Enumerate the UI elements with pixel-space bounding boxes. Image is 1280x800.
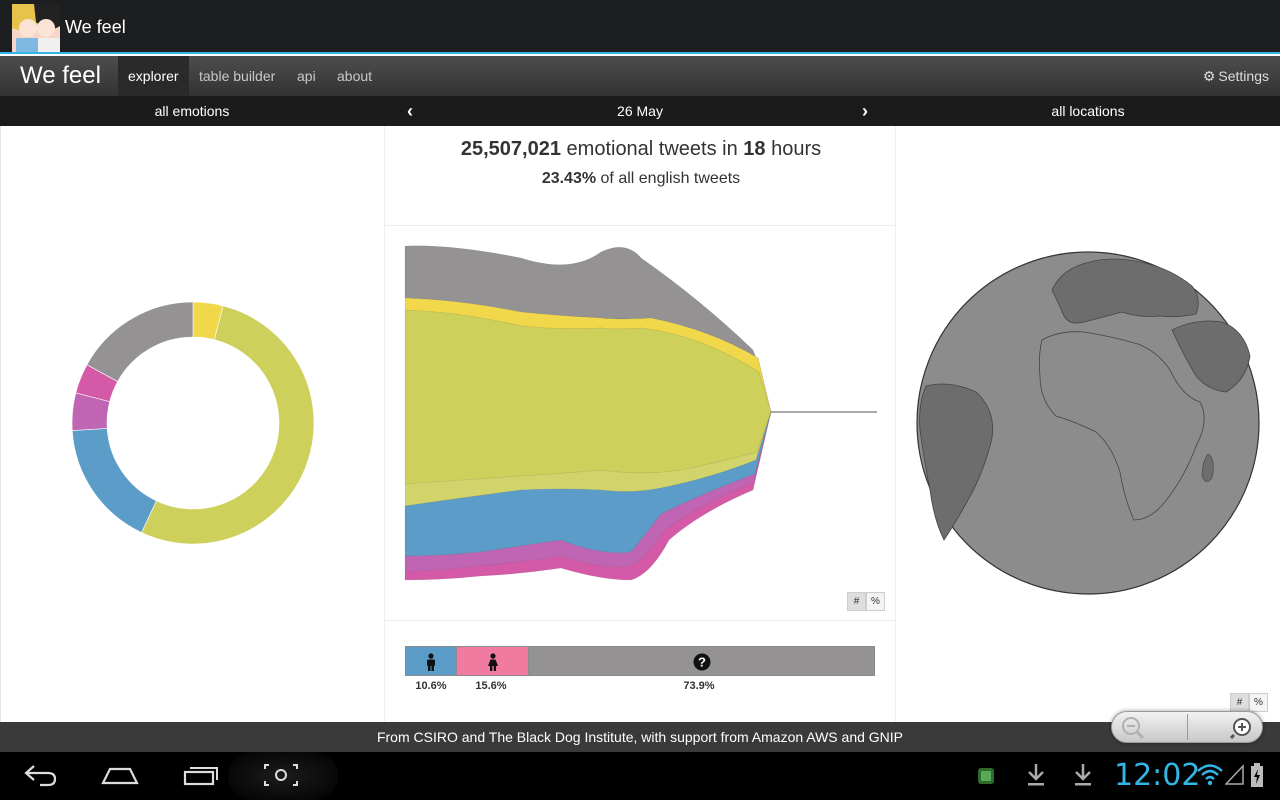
percent-line: 23.43% of all english tweets (385, 170, 897, 188)
zoom-in-icon[interactable] (1230, 715, 1256, 741)
chevron-left-icon[interactable]: ‹ (407, 96, 413, 126)
locations-filter[interactable]: all locations (896, 96, 1280, 126)
nav-table-builder[interactable]: table builder (189, 56, 285, 96)
zoom-out-icon[interactable] (1120, 715, 1146, 741)
csiro-link[interactable]: CSIRO (414, 729, 458, 745)
emotion-streamgraph[interactable] (385, 236, 897, 616)
gender-segment-unknown[interactable]: ? (528, 647, 874, 675)
settings-link[interactable]: ⚙ Settings (1203, 56, 1269, 96)
tweets-text: emotional tweets in (566, 138, 738, 160)
app-action-bar: We feel (0, 0, 1280, 54)
gender-segment-male[interactable] (406, 647, 456, 675)
app-title: We feel (65, 17, 126, 37)
percent-toggle[interactable]: % (866, 592, 885, 611)
gender-bar: ? (405, 646, 875, 676)
male-percent-label: 10.6% (415, 680, 447, 692)
clock[interactable]: 12:02 (1114, 758, 1200, 793)
tweet-stats: 25,507,021 emotional tweets in 18 hours … (385, 126, 897, 226)
footer-text: and (461, 729, 486, 745)
svg-text:?: ? (698, 655, 706, 670)
wifi-icon[interactable] (1196, 762, 1224, 788)
brand-logo[interactable]: We feel (20, 62, 101, 90)
english-percent: 23.43% (541, 170, 597, 187)
android-notification-icon[interactable] (974, 764, 998, 788)
filter-bar: all emotions ‹ 26 May › all locations (0, 96, 1280, 126)
stream-scale-toggle: #% (847, 592, 885, 611)
home-icon[interactable] (100, 760, 140, 790)
female-percent-label: 15.6% (475, 680, 507, 692)
locations-panel (896, 126, 1280, 722)
cell-signal-icon[interactable] (1225, 764, 1245, 786)
emotions-filter[interactable]: all emotions (0, 96, 384, 126)
download-icon[interactable] (1025, 762, 1047, 788)
map-percent-toggle[interactable]: % (1249, 693, 1268, 712)
female-icon (487, 653, 498, 671)
footer-text: From (376, 729, 410, 745)
download-icon[interactable] (1072, 762, 1094, 788)
question-circle-icon: ? (693, 653, 711, 671)
nav-about[interactable]: about (327, 56, 382, 96)
percent-text: of all english tweets (600, 170, 741, 187)
male-icon (426, 653, 435, 671)
site-navbar: We feel explorer table builder api about… (0, 56, 1280, 96)
unknown-percent-label: 73.9% (683, 680, 715, 692)
count-toggle[interactable]: # (847, 592, 866, 611)
recent-apps-icon[interactable] (182, 760, 220, 790)
donut-segment[interactable] (71, 428, 157, 533)
emotions-panel (0, 126, 384, 722)
gnip-link[interactable]: GNIP (869, 729, 903, 745)
footer-text: , with support from (633, 729, 749, 745)
hours-count: 18 (743, 138, 766, 160)
map-count-toggle[interactable]: # (1230, 693, 1249, 712)
credits-footer: From CSIRO and The Black Dog Institute, … (0, 722, 1280, 752)
chevron-right-icon[interactable]: › (862, 96, 868, 126)
system-navigation-bar: 12:02 (0, 752, 1280, 800)
emotion-donut-chart[interactable] (1, 126, 385, 722)
hours-text: hours (771, 138, 822, 160)
tweet-count-line: 25,507,021 emotional tweets in 18 hours (385, 138, 897, 161)
divider (385, 620, 897, 621)
gear-icon: ⚙ (1202, 68, 1216, 84)
timeline-panel: 25,507,021 emotional tweets in 18 hours … (384, 126, 897, 722)
donut-segment[interactable] (141, 305, 315, 545)
zoom-control (1111, 711, 1263, 743)
screenshot-icon[interactable] (262, 760, 300, 790)
screen: We feel We feel explorer table builder a… (0, 0, 1280, 800)
footer-text: and (841, 729, 865, 745)
donut-segment[interactable] (86, 301, 194, 382)
tweet-count: 25,507,021 (460, 138, 561, 160)
black-dog-institute-link[interactable]: The Black Dog Institute (489, 729, 634, 745)
gender-segment-female[interactable] (455, 647, 529, 675)
world-globe[interactable] (896, 126, 1280, 722)
battery-charging-icon[interactable] (1250, 762, 1264, 788)
settings-label: Settings (1218, 68, 1269, 84)
app-icon[interactable] (12, 4, 60, 52)
nav-explorer[interactable]: explorer (118, 56, 189, 96)
amazon-aws-link[interactable]: Amazon AWS (752, 729, 838, 745)
nav-api[interactable]: api (287, 56, 326, 96)
date-filter[interactable]: 26 May (440, 96, 840, 126)
zoom-divider (1187, 714, 1188, 740)
back-icon[interactable] (22, 760, 58, 790)
map-scale-toggle: #% (1230, 693, 1268, 712)
